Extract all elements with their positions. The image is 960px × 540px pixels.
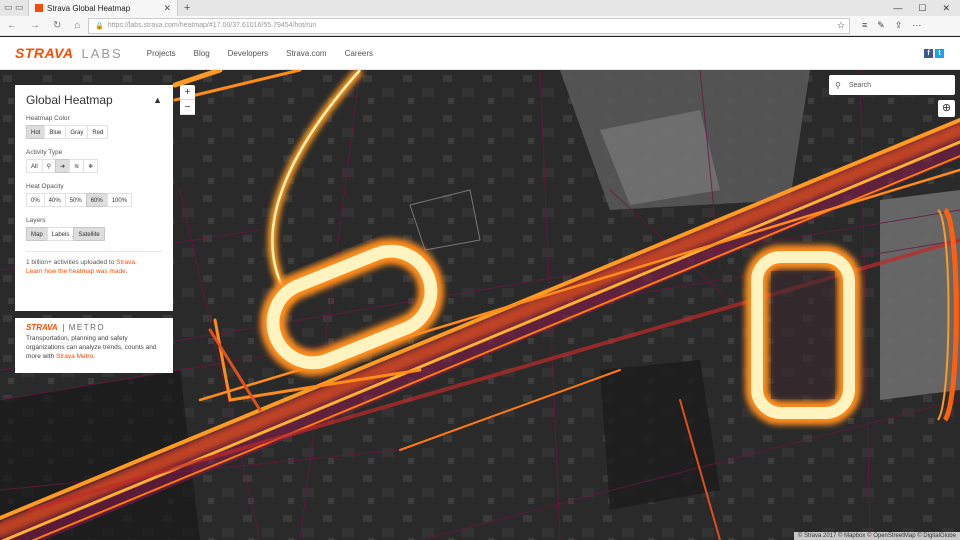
close-window-icon[interactable]: ✕ <box>942 0 950 16</box>
reading-list-icon[interactable]: ≡ <box>862 20 867 31</box>
panel-title: Global Heatmap <box>26 93 113 107</box>
nav-buttons: ← → ↻ ⌂ <box>0 20 88 31</box>
minimize-icon[interactable]: — <box>893 0 902 16</box>
strava-link[interactable]: Strava <box>116 259 135 266</box>
activity-all-button[interactable]: All <box>26 159 43 173</box>
url-field[interactable]: 🔒 https://labs.strava.com/heatmap/#17.00… <box>88 17 850 34</box>
activity-type-group: All ⚲ ➜ ≋ ❄ <box>26 159 162 173</box>
divider <box>26 251 162 252</box>
zoom-out-button[interactable]: − <box>180 100 195 115</box>
browser-titlebar: ▭ ▭ Strava Global Heatmap ✕ + — ☐ ✕ <box>0 0 960 16</box>
share-icon[interactable]: ⇪ <box>895 20 903 31</box>
browser-tools: ≡ ✎ ⇪ ⋯ <box>850 20 921 31</box>
opacity-100-button[interactable]: 100% <box>106 193 133 207</box>
info-text: 1 billion+ activities uploaded to <box>26 259 117 266</box>
labs-logo[interactable]: LABS <box>81 46 122 61</box>
refresh-icon[interactable]: ↻ <box>53 20 61 31</box>
site-nav: Projects Blog Developers Strava.com Care… <box>147 49 373 58</box>
metro-logo-metro: METRO <box>68 323 106 332</box>
metro-logo-strava: STRAVA <box>26 323 58 332</box>
zoom-in-button[interactable]: + <box>180 85 195 100</box>
metro-period: . <box>93 353 96 360</box>
layers-group: Map Labels Satellite <box>26 227 162 241</box>
color-hot-button[interactable]: Hot <box>26 125 46 139</box>
ride-icon[interactable]: ⚲ <box>41 159 57 173</box>
nav-blog[interactable]: Blog <box>194 49 210 58</box>
panel-header[interactable]: Global Heatmap ▲ <box>26 93 162 107</box>
tab-title: Strava Global Heatmap <box>47 3 131 13</box>
color-blue-button[interactable]: Blue <box>44 125 67 139</box>
more-icon[interactable]: ⋯ <box>912 20 921 31</box>
heatmap-map[interactable]: + − ⚲ Search ⊕ Global Heatmap ▲ Heatmap … <box>0 70 960 540</box>
opacity-label: Heat Opacity <box>26 183 64 190</box>
nav-strava-com[interactable]: Strava.com <box>286 49 326 58</box>
nav-developers[interactable]: Developers <box>228 49 268 58</box>
opacity-40-button[interactable]: 40% <box>43 193 66 207</box>
social-links: f t <box>924 48 960 58</box>
metro-description: Transportation, planning and safety orga… <box>26 334 162 361</box>
url-text: https://labs.strava.com/heatmap/#17.00/3… <box>107 22 317 29</box>
heatmap-panel: Global Heatmap ▲ Heatmap Color Hot Blue … <box>15 85 173 311</box>
locate-icon[interactable]: ⊕ <box>938 100 955 117</box>
strava-favicon-icon <box>35 4 43 12</box>
new-tab-button[interactable]: + <box>184 0 190 16</box>
activity-type-label: Activity Type <box>26 149 63 156</box>
window-controls: — ☐ ✕ <box>893 0 960 16</box>
opacity-group: 0% 40% 50% 60% 100% <box>26 193 162 207</box>
map-search[interactable]: ⚲ Search <box>829 75 955 95</box>
map-attribution[interactable]: © Strava 2017 © Mapbox © OpenStreetMap ©… <box>793 532 960 540</box>
tab-actions-icon[interactable]: ▭ ▭ <box>4 2 24 13</box>
logo-divider <box>62 323 64 332</box>
maximize-icon[interactable]: ☐ <box>918 0 926 16</box>
heatmap-made-link[interactable]: Learn how the heatmap was made <box>26 268 126 275</box>
nav-projects[interactable]: Projects <box>147 49 176 58</box>
info-period: . <box>134 259 137 266</box>
zoom-control: + − <box>180 85 195 115</box>
site-header: STRAVA LABS Projects Blog Developers Str… <box>0 37 960 70</box>
info-period-2: . <box>125 268 128 275</box>
pen-icon[interactable]: ✎ <box>877 20 885 31</box>
strava-metro-logo[interactable]: STRAVA METRO <box>26 323 162 332</box>
opacity-50-button[interactable]: 50% <box>64 193 87 207</box>
search-placeholder: Search <box>848 81 872 89</box>
water-icon[interactable]: ≋ <box>69 159 85 173</box>
twitter-icon[interactable]: t <box>935 48 944 58</box>
search-icon: ⚲ <box>835 80 841 90</box>
building-block <box>600 360 720 510</box>
forward-icon[interactable]: → <box>30 20 40 31</box>
nav-careers[interactable]: Careers <box>345 49 373 58</box>
layer-labels-button[interactable]: Labels <box>46 227 75 241</box>
layer-map-button[interactable]: Map <box>26 227 48 241</box>
run-icon[interactable]: ➜ <box>55 159 71 173</box>
winter-icon[interactable]: ❄ <box>83 159 99 173</box>
heatmap-color-group: Hot Blue Gray Red <box>26 125 162 139</box>
opacity-0-button[interactable]: 0% <box>26 193 45 207</box>
strava-logo[interactable]: STRAVA <box>15 45 73 61</box>
layers-label: Layers <box>26 217 46 224</box>
color-gray-button[interactable]: Gray <box>65 125 89 139</box>
opacity-60-button[interactable]: 60% <box>85 193 108 207</box>
tab-close-icon[interactable]: ✕ <box>163 3 171 14</box>
lock-icon: 🔒 <box>95 22 104 30</box>
color-red-button[interactable]: Red <box>87 125 109 139</box>
browser-tab[interactable]: Strava Global Heatmap ✕ <box>28 0 178 16</box>
collapse-chevron-icon[interactable]: ▲ <box>153 95 162 105</box>
favorite-star-icon[interactable]: ☆ <box>837 20 849 31</box>
metro-panel: STRAVA METRO Transportation, planning an… <box>15 318 173 373</box>
facebook-icon[interactable]: f <box>924 48 933 58</box>
heatmap-color-label: Heatmap Color <box>26 115 70 122</box>
layer-satellite-button[interactable]: Satellite <box>73 227 105 241</box>
panel-info: 1 billion+ activities uploaded to Strava… <box>26 258 162 276</box>
back-icon[interactable]: ← <box>7 20 17 31</box>
home-icon[interactable]: ⌂ <box>74 20 80 31</box>
strava-metro-link[interactable]: Strava Metro <box>56 353 93 360</box>
address-bar-row: ← → ↻ ⌂ 🔒 https://labs.strava.com/heatma… <box>0 16 960 36</box>
